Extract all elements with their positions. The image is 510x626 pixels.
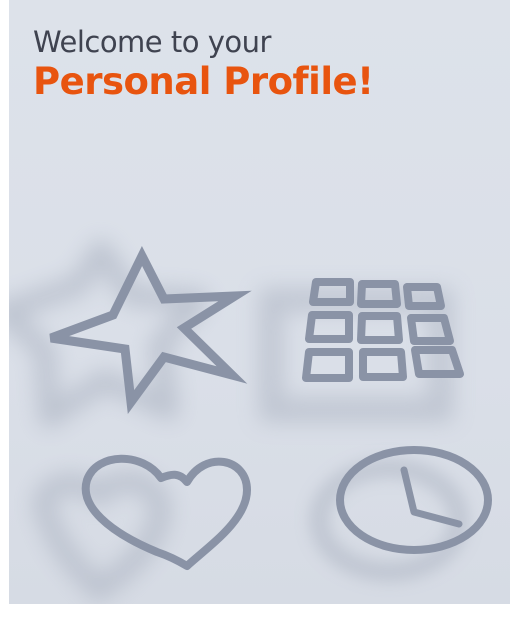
welcome-heading: Welcome to your Personal Profile! — [33, 24, 374, 104]
star-shadow — [9, 240, 209, 428]
heart-shadow — [33, 471, 171, 604]
profile-welcome-panel: Welcome to your Personal Profile! — [9, 0, 510, 604]
profile-title: Personal Profile! — [33, 60, 374, 103]
welcome-text: Welcome to your — [33, 25, 271, 59]
